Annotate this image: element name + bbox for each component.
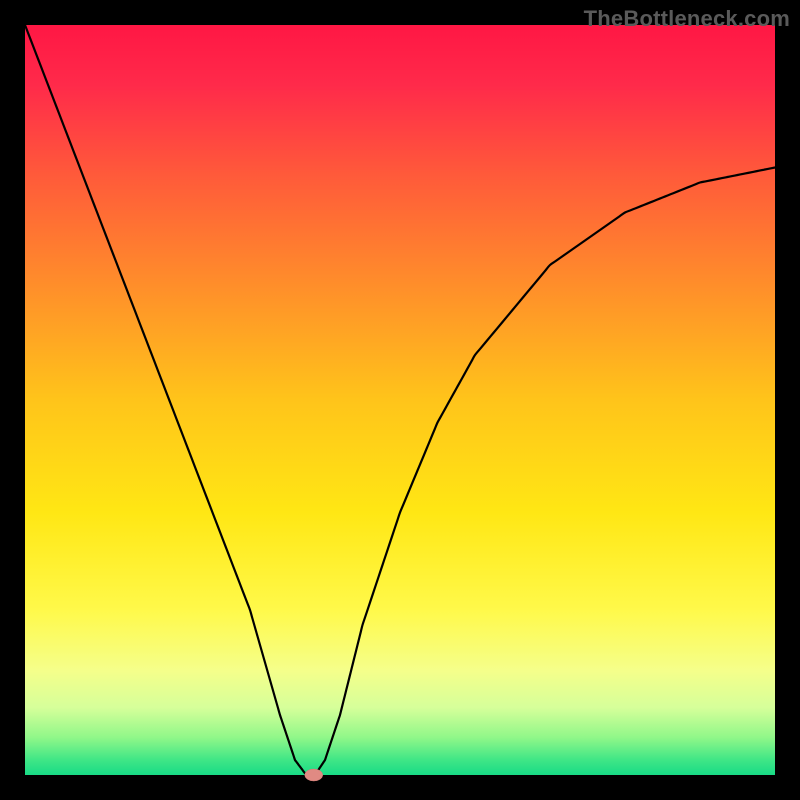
bottleneck-chart [0,0,800,800]
chart-frame: TheBottleneck.com [0,0,800,800]
watermark-text: TheBottleneck.com [584,6,790,32]
plot-background [25,25,775,775]
optimum-marker [305,769,323,781]
